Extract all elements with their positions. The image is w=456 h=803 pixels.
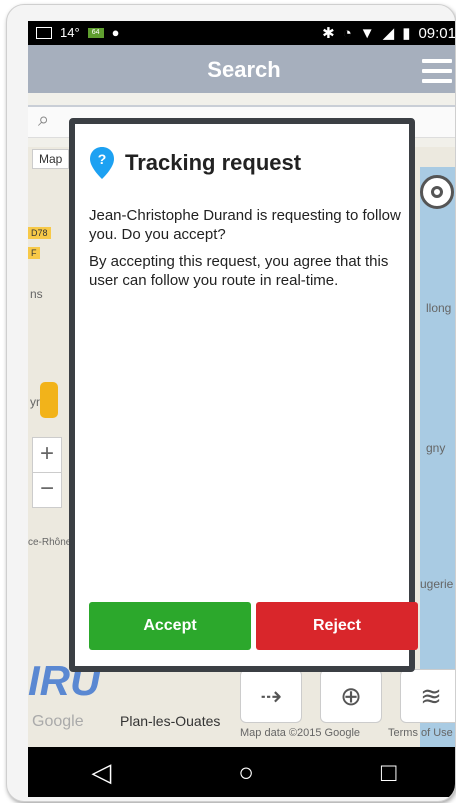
phone-frame: 14° 64 ● ✱ ◔ ▼ ◢ ▮ 09:01 Search ⌕ Map D7…	[6, 4, 456, 802]
place-label: yr	[30, 395, 40, 409]
app-bar: Search	[28, 45, 455, 93]
status-bar: 14° 64 ● ✱ ◔ ▼ ◢ ▮ 09:01	[28, 21, 456, 45]
add-location-icon[interactable]: ⊕	[320, 669, 382, 723]
recents-icon[interactable]: □	[381, 757, 397, 788]
temperature: 14°	[60, 25, 80, 40]
alarm-icon: ◔	[342, 24, 352, 42]
map-credit: Map data ©2015 Google	[240, 727, 361, 739]
road-tag: F	[28, 247, 40, 259]
nav-bar: ◁ ○ □	[28, 747, 455, 797]
search-icon[interactable]: ⌕	[38, 109, 49, 132]
google-logo: Google	[32, 713, 84, 730]
place-label: ce-Rhône	[28, 537, 72, 548]
bluetooth-icon: ✱	[322, 25, 335, 42]
svg-text:?: ?	[98, 151, 107, 167]
reject-button[interactable]: Reject	[256, 602, 418, 650]
dialog-title: Tracking request	[125, 150, 302, 175]
street-view-pegman-icon[interactable]	[40, 382, 58, 418]
layers-icon[interactable]: ≋	[400, 669, 455, 723]
accept-button[interactable]: Accept	[89, 602, 251, 650]
screen: 14° 64 ● ✱ ◔ ▼ ◢ ▮ 09:01 Search ⌕ Map D7…	[28, 21, 456, 797]
notification-icon	[36, 26, 52, 39]
location-icon: ●	[111, 25, 120, 40]
wifi-icon: ▼	[359, 24, 375, 42]
menu-icon[interactable]	[422, 59, 452, 89]
zoom-out-button[interactable]: −	[33, 473, 61, 507]
zoom-in-button[interactable]: +	[33, 438, 61, 472]
back-icon[interactable]: ◁	[91, 757, 111, 788]
clock: 09:01	[418, 24, 456, 42]
route-icon[interactable]: ⇢	[240, 669, 302, 723]
road-tag: D78	[28, 227, 51, 239]
home-icon[interactable]: ○	[238, 757, 254, 788]
place-label: llong	[426, 301, 452, 315]
my-location-icon[interactable]	[420, 175, 454, 209]
page-title: Search	[207, 57, 281, 82]
battery-icon: ▮	[402, 25, 411, 42]
signal-icon: ◢	[382, 25, 395, 42]
place-label: ns	[30, 287, 43, 301]
dialog-detail: By accepting this request, you agree tha…	[89, 253, 389, 289]
zoom-control: + −	[32, 437, 62, 508]
location-pin-icon: ?	[90, 147, 114, 179]
terms-link[interactable]: Terms of Use	[388, 727, 453, 739]
battery-badge: 64	[87, 27, 104, 38]
place-label: ugerie	[420, 577, 454, 591]
place-label-plan: Plan-les-Ouates	[120, 713, 221, 729]
map-type-button[interactable]: Map	[32, 149, 70, 169]
tracking-request-dialog: ? Tracking request Jean-Christophe Duran…	[69, 118, 418, 672]
dialog-message: Jean-Christophe Durand is requesting to …	[89, 207, 401, 243]
place-label: gny	[426, 441, 446, 455]
